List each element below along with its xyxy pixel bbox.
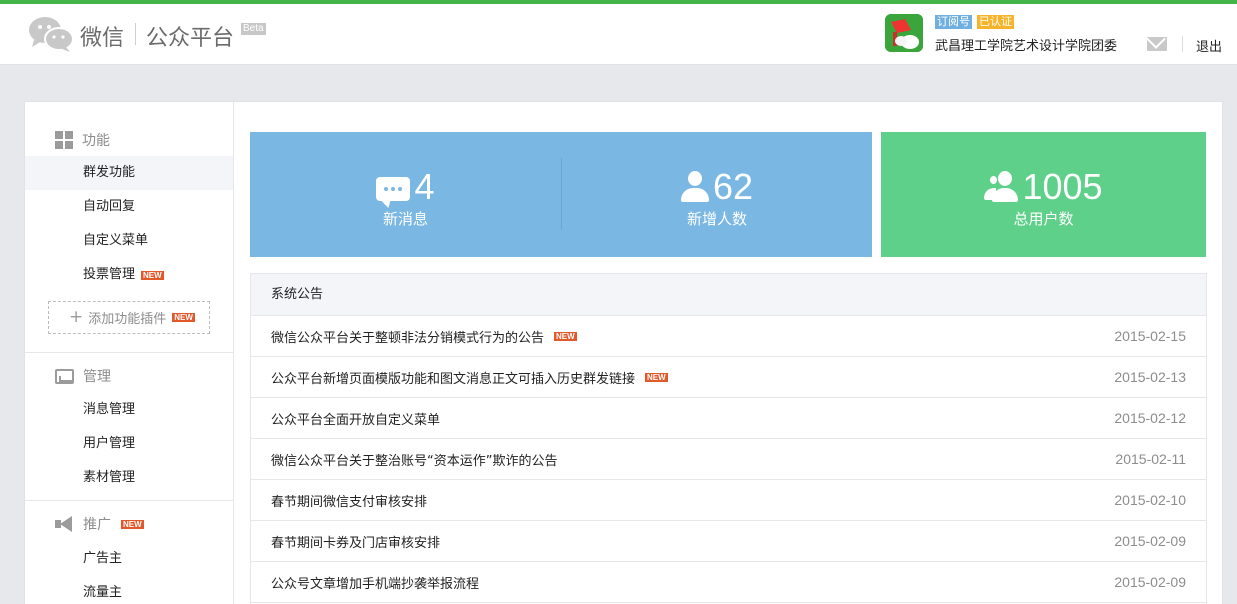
logo-wechat-text[interactable]: 微信 — [80, 20, 124, 52]
verified-badge: 已认证 — [977, 15, 1014, 29]
notice-date: 2015-02-13 — [1114, 369, 1186, 385]
header-separator — [1182, 36, 1183, 52]
sidebar-section-manage: 管理 — [55, 366, 111, 386]
notice-row[interactable]: 微信公众平台关于整顿非法分销模式行为的公告 NEW 2015-02-15 — [251, 316, 1206, 357]
sidebar-item-vote[interactable]: 投票管理 NEW — [25, 258, 233, 292]
sidebar-divider — [25, 352, 233, 353]
new-badge: NEW — [121, 519, 144, 529]
beta-badge: Beta — [241, 23, 266, 35]
sidebar-item-label: 群发功能 — [83, 165, 136, 180]
notice-date: 2015-02-10 — [1114, 492, 1186, 508]
avatar-image — [885, 14, 923, 52]
notice-row[interactable]: 春节期间卡券及门店审核安排 2015-02-09 — [251, 521, 1206, 562]
notice-title[interactable]: 春节期间微信支付审核安排 — [271, 491, 427, 510]
sidebar-item-custom-menu[interactable]: 自定义菜单 — [25, 224, 233, 258]
sidebar-item-publisher[interactable]: 流量主 — [25, 576, 233, 604]
stat-value: 1005 — [1022, 166, 1103, 207]
sidebar-item-label: 素材管理 — [83, 470, 136, 485]
stat-total-users[interactable]: 1005 总用户数 — [881, 132, 1206, 257]
logout-link[interactable]: 退出 — [1196, 36, 1222, 55]
person-icon — [680, 171, 709, 203]
top-header: 微信 公众平台 Beta 订阅号 已认证 武昌理工学院艺术设计学院团委 退出 — [0, 4, 1237, 65]
sidebar-item-mass-send[interactable]: 群发功能 — [25, 156, 233, 190]
notice-row[interactable]: 公众平台新增页面模版功能和图文消息正文可插入历史群发链接 NEW 2015-02… — [251, 357, 1206, 398]
sidebar-item-label: 自定义菜单 — [83, 233, 149, 248]
new-badge: NEW — [645, 372, 668, 382]
stat-label: 总用户数 — [1013, 210, 1074, 228]
stat-value: 4 — [414, 166, 435, 207]
mail-icon[interactable] — [1147, 37, 1167, 51]
notice-header: 系统公告 — [251, 274, 1206, 316]
add-plugin-button[interactable]: + 添加功能插件 NEW — [48, 301, 210, 334]
notice-date: 2015-02-12 — [1114, 410, 1186, 426]
sidebar-item-label: 投票管理 — [83, 267, 136, 282]
notice-row[interactable]: 公众平台全面开放自定义菜单 2015-02-12 — [251, 398, 1206, 439]
notice-title[interactable]: 微信公众平台关于整治账号“资本运作”欺诈的公告 — [271, 450, 557, 469]
stat-value: 62 — [712, 166, 754, 207]
plus-icon: + — [69, 307, 84, 327]
notice-date: 2015-02-09 — [1114, 533, 1186, 549]
sidebar-item-users[interactable]: 用户管理 — [25, 427, 233, 461]
notice-title-wrap: 微信公众平台关于整顿非法分销模式行为的公告 NEW — [271, 327, 1114, 346]
megaphone-icon — [55, 516, 74, 532]
stats-card-green: 1005 总用户数 — [881, 132, 1206, 257]
add-plugin-label: 添加功能插件 — [88, 312, 167, 327]
notice-title[interactable]: 微信公众平台关于整顿非法分销模式行为的公告 — [271, 327, 544, 346]
sidebar-section-label: 功能 — [82, 133, 110, 149]
sidebar-item-label: 消息管理 — [83, 402, 136, 417]
logo-separator — [135, 23, 136, 45]
notice-title[interactable]: 春节期间卡券及门店审核安排 — [271, 532, 440, 551]
notice-title-wrap: 公众号文章增加手机端抄袭举报流程 — [271, 573, 1114, 592]
notice-title-wrap: 春节期间卡券及门店审核安排 — [271, 532, 1114, 551]
sidebar-section-function: 功能 — [55, 130, 110, 150]
notice-title-wrap: 公众平台新增页面模版功能和图文消息正文可插入历史群发链接 NEW — [271, 368, 1114, 387]
users-icon — [984, 171, 1019, 203]
inbox-icon — [55, 368, 74, 384]
stat-new-users[interactable]: 62 新增人数 — [562, 132, 872, 257]
notice-date: 2015-02-11 — [1115, 451, 1186, 467]
grid-icon — [55, 131, 73, 149]
stat-new-messages[interactable]: 4 新消息 — [250, 132, 561, 257]
notice-title[interactable]: 公众平台全面开放自定义菜单 — [271, 409, 440, 428]
sidebar-item-label: 自动回复 — [83, 199, 136, 214]
sidebar-section-label: 推广 — [83, 517, 111, 533]
notice-row[interactable]: 春节期间微信支付审核安排 2015-02-10 — [251, 480, 1206, 521]
sidebar-item-label: 流量主 — [83, 585, 123, 600]
stats-card-blue: 4 新消息 62 新增人数 — [250, 132, 872, 257]
main-panel: 功能 群发功能 自动回复 自定义菜单 投票管理 NEW + 添加功能插件 NEW… — [24, 101, 1223, 604]
sidebar-item-advertiser[interactable]: 广告主 — [25, 542, 233, 576]
sidebar-divider — [25, 500, 233, 501]
sidebar-section-promotion: 推广 NEW — [55, 514, 144, 534]
sidebar-item-auto-reply[interactable]: 自动回复 — [25, 190, 233, 224]
notice-date: 2015-02-09 — [1114, 574, 1186, 590]
new-badge: NEW — [141, 270, 164, 280]
sidebar-item-label: 广告主 — [83, 551, 123, 566]
account-avatar[interactable] — [885, 14, 923, 52]
notice-title[interactable]: 公众平台新增页面模版功能和图文消息正文可插入历史群发链接 — [271, 368, 635, 387]
message-icon — [376, 177, 411, 201]
system-notice-list: 系统公告 微信公众平台关于整顿非法分销模式行为的公告 NEW 2015-02-1… — [250, 273, 1207, 604]
logo-platform-text[interactable]: 公众平台 — [146, 20, 234, 52]
notice-title[interactable]: 公众号文章增加手机端抄袭举报流程 — [271, 573, 479, 592]
account-name[interactable]: 武昌理工学院艺术设计学院团委 — [935, 35, 1117, 54]
account-type-badge: 订阅号 — [935, 15, 972, 29]
notice-title-wrap: 公众平台全面开放自定义菜单 — [271, 409, 1114, 428]
new-badge: NEW — [554, 331, 577, 341]
sidebar-item-label: 用户管理 — [83, 436, 136, 451]
stat-label: 新增人数 — [686, 210, 747, 228]
sidebar: 功能 群发功能 自动回复 自定义菜单 投票管理 NEW + 添加功能插件 NEW… — [25, 102, 234, 604]
notice-title-wrap: 微信公众平台关于整治账号“资本运作”欺诈的公告 — [271, 450, 1115, 469]
stat-label: 新消息 — [382, 210, 428, 228]
notice-title-wrap: 春节期间微信支付审核安排 — [271, 491, 1114, 510]
wechat-logo-icon[interactable] — [28, 15, 74, 53]
notice-row[interactable]: 公众号文章增加手机端抄袭举报流程 2015-02-09 — [251, 562, 1206, 603]
new-badge: NEW — [172, 313, 195, 322]
sidebar-section-label: 管理 — [83, 369, 111, 385]
sidebar-item-materials[interactable]: 素材管理 — [25, 461, 233, 495]
sidebar-item-messages[interactable]: 消息管理 — [25, 393, 233, 427]
notice-date: 2015-02-15 — [1114, 328, 1186, 344]
notice-row[interactable]: 微信公众平台关于整治账号“资本运作”欺诈的公告 2015-02-11 — [251, 439, 1206, 480]
